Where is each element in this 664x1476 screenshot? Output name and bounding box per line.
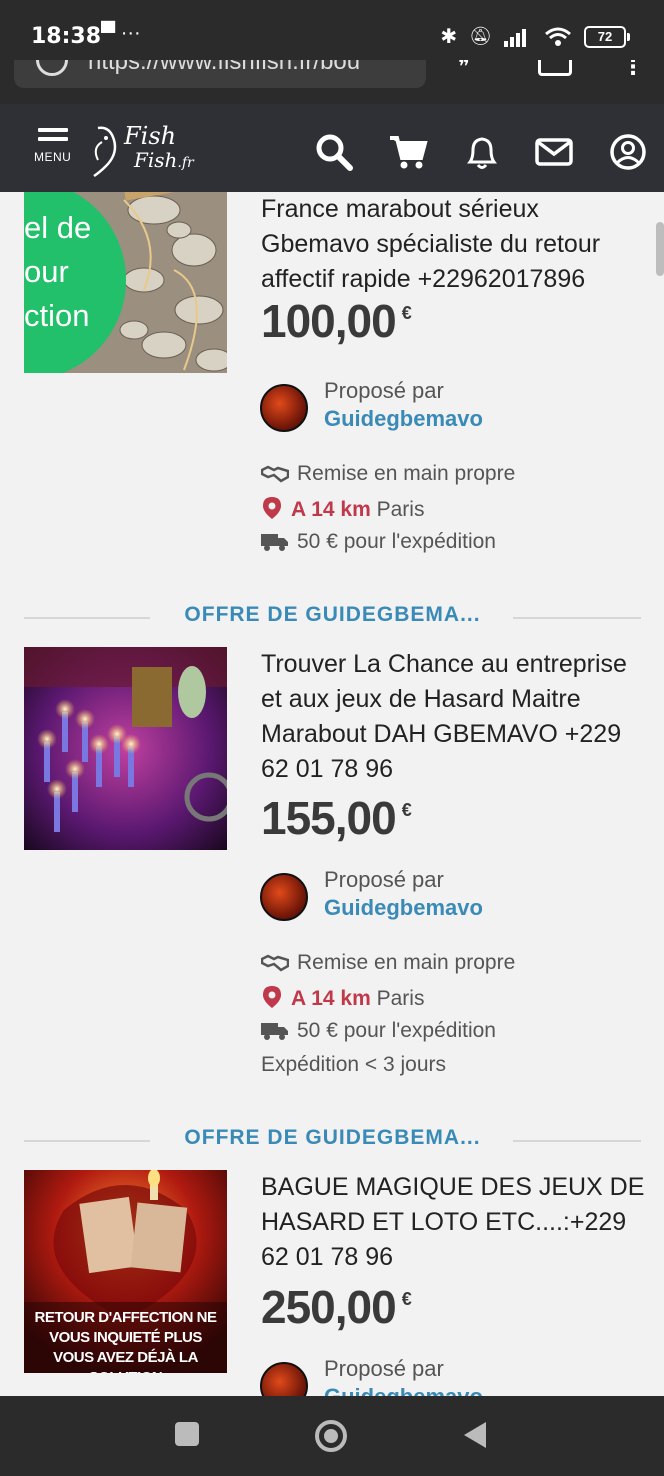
battery-icon: 72 <box>584 25 630 48</box>
handshake-icon <box>260 954 290 972</box>
shipping-info: 50 € pour l'expédition <box>261 1019 496 1043</box>
tabs-button[interactable]: 16 <box>538 60 572 76</box>
shipping-delay: Expédition < 3 jours <box>261 1053 447 1076</box>
fish-logo-icon <box>93 126 117 178</box>
url-bar[interactable]: https://www.fishfish.fr/bou <box>14 60 426 88</box>
listing-image[interactable] <box>24 647 227 850</box>
section-label[interactable]: OFFRE DE GUIDEGBEMA... <box>24 1126 641 1150</box>
proposed-by-label: Proposé par <box>324 1356 444 1381</box>
section-separator: OFFRE DE GUIDEGBEMA... <box>24 603 641 633</box>
listing-price: 250,00 € <box>261 1281 412 1333</box>
wifi-icon <box>545 27 571 46</box>
logo-text-2: Fish.fr <box>134 148 194 172</box>
location-pin-icon <box>263 497 281 519</box>
url-text: https://www.fishfish.fr/bou <box>88 60 361 75</box>
notification-icon: ▀ ··· <box>101 22 141 44</box>
listing-price: 100,00 € <box>261 295 412 347</box>
site-logo[interactable]: Fish Fish.fr <box>88 120 208 180</box>
menu-label: MENU <box>34 150 72 164</box>
seller-avatar[interactable] <box>260 873 308 921</box>
scrollbar[interactable] <box>656 222 664 276</box>
image-caption: RETOUR D'AFFECTION NE VOUS INQUIETÉ PLUS… <box>34 1309 217 1373</box>
bluetooth-icon: ✱ <box>440 26 458 48</box>
logo-text-1: Fish <box>124 122 177 150</box>
system-nav-bar <box>0 1396 664 1476</box>
browser-toolbar: https://www.fishfish.fr/bou ❞ 16 ⋮ <box>0 60 664 104</box>
recents-button[interactable] <box>175 1422 199 1446</box>
seller-avatar[interactable] <box>260 384 308 432</box>
seller-name-link[interactable]: Guidegbemavo <box>324 895 483 921</box>
image-text: ction <box>24 298 90 333</box>
proposed-by-label: Proposé par <box>324 867 444 892</box>
location-info: A 14 km Paris <box>261 496 424 522</box>
status-icons: ✱ 🔕︎ 72 <box>440 24 630 49</box>
back-button[interactable] <box>464 1422 486 1448</box>
tab-count: 16 <box>546 60 564 62</box>
account-icon[interactable] <box>608 132 648 172</box>
image-text: our <box>24 254 69 289</box>
listing-title[interactable]: France marabout sérieux Gbemavo spéciali… <box>261 192 651 297</box>
proposed-by-label: Proposé par <box>324 378 444 403</box>
status-time: 18:38 <box>31 24 102 49</box>
section-separator: OFFRE DE GUIDEGBEMA... <box>24 1126 641 1156</box>
listing-price: 155,00 € <box>261 792 412 844</box>
listing-title[interactable]: BAGUE MAGIQUE DES JEUX DE HASARD ET LOTO… <box>261 1170 651 1275</box>
bell-icon[interactable] <box>462 132 502 172</box>
handover-info: Remise en main propre <box>260 951 515 975</box>
mute-icon: 🔕︎ <box>469 26 492 46</box>
browser-menu-icon[interactable]: ⋮ <box>622 60 644 80</box>
handover-info: Remise en main propre <box>260 462 515 486</box>
location-pin-icon <box>263 986 281 1008</box>
image-text: el de <box>24 210 92 245</box>
menu-button[interactable]: MENU <box>34 128 78 168</box>
status-bar: 18:38 ▀ ··· ✱ 🔕︎ 72 <box>0 0 664 60</box>
shipping-info: 50 € pour l'expédition <box>261 530 496 554</box>
section-label[interactable]: OFFRE DE GUIDEGBEMA... <box>24 603 641 627</box>
seller-name-link[interactable]: Guidegbemavo <box>324 1384 483 1396</box>
home-button[interactable] <box>315 1420 347 1452</box>
seller-avatar[interactable] <box>260 1362 308 1396</box>
search-icon[interactable] <box>314 132 354 172</box>
truck-icon <box>261 1023 288 1040</box>
signal-icon <box>504 28 526 47</box>
seller-name-link[interactable]: Guidegbemavo <box>324 406 483 432</box>
truck-icon <box>261 534 288 551</box>
site-info-icon[interactable] <box>36 60 68 76</box>
handshake-icon <box>260 465 290 483</box>
listing-image[interactable]: el de our ction <box>24 192 227 373</box>
listing-feed: el de our ction France marabout sérieux … <box>0 192 664 1396</box>
mail-icon[interactable] <box>534 132 574 172</box>
app-header: MENU Fish Fish.fr <box>0 104 664 192</box>
shield-icon[interactable]: ❞ <box>458 60 470 80</box>
listing-title[interactable]: Trouver La Chance au entreprise et aux j… <box>261 647 651 787</box>
cart-icon[interactable] <box>388 132 428 172</box>
listing-image[interactable]: RETOUR D'AFFECTION NE VOUS INQUIETÉ PLUS… <box>24 1170 227 1373</box>
location-info: A 14 km Paris <box>261 985 424 1011</box>
